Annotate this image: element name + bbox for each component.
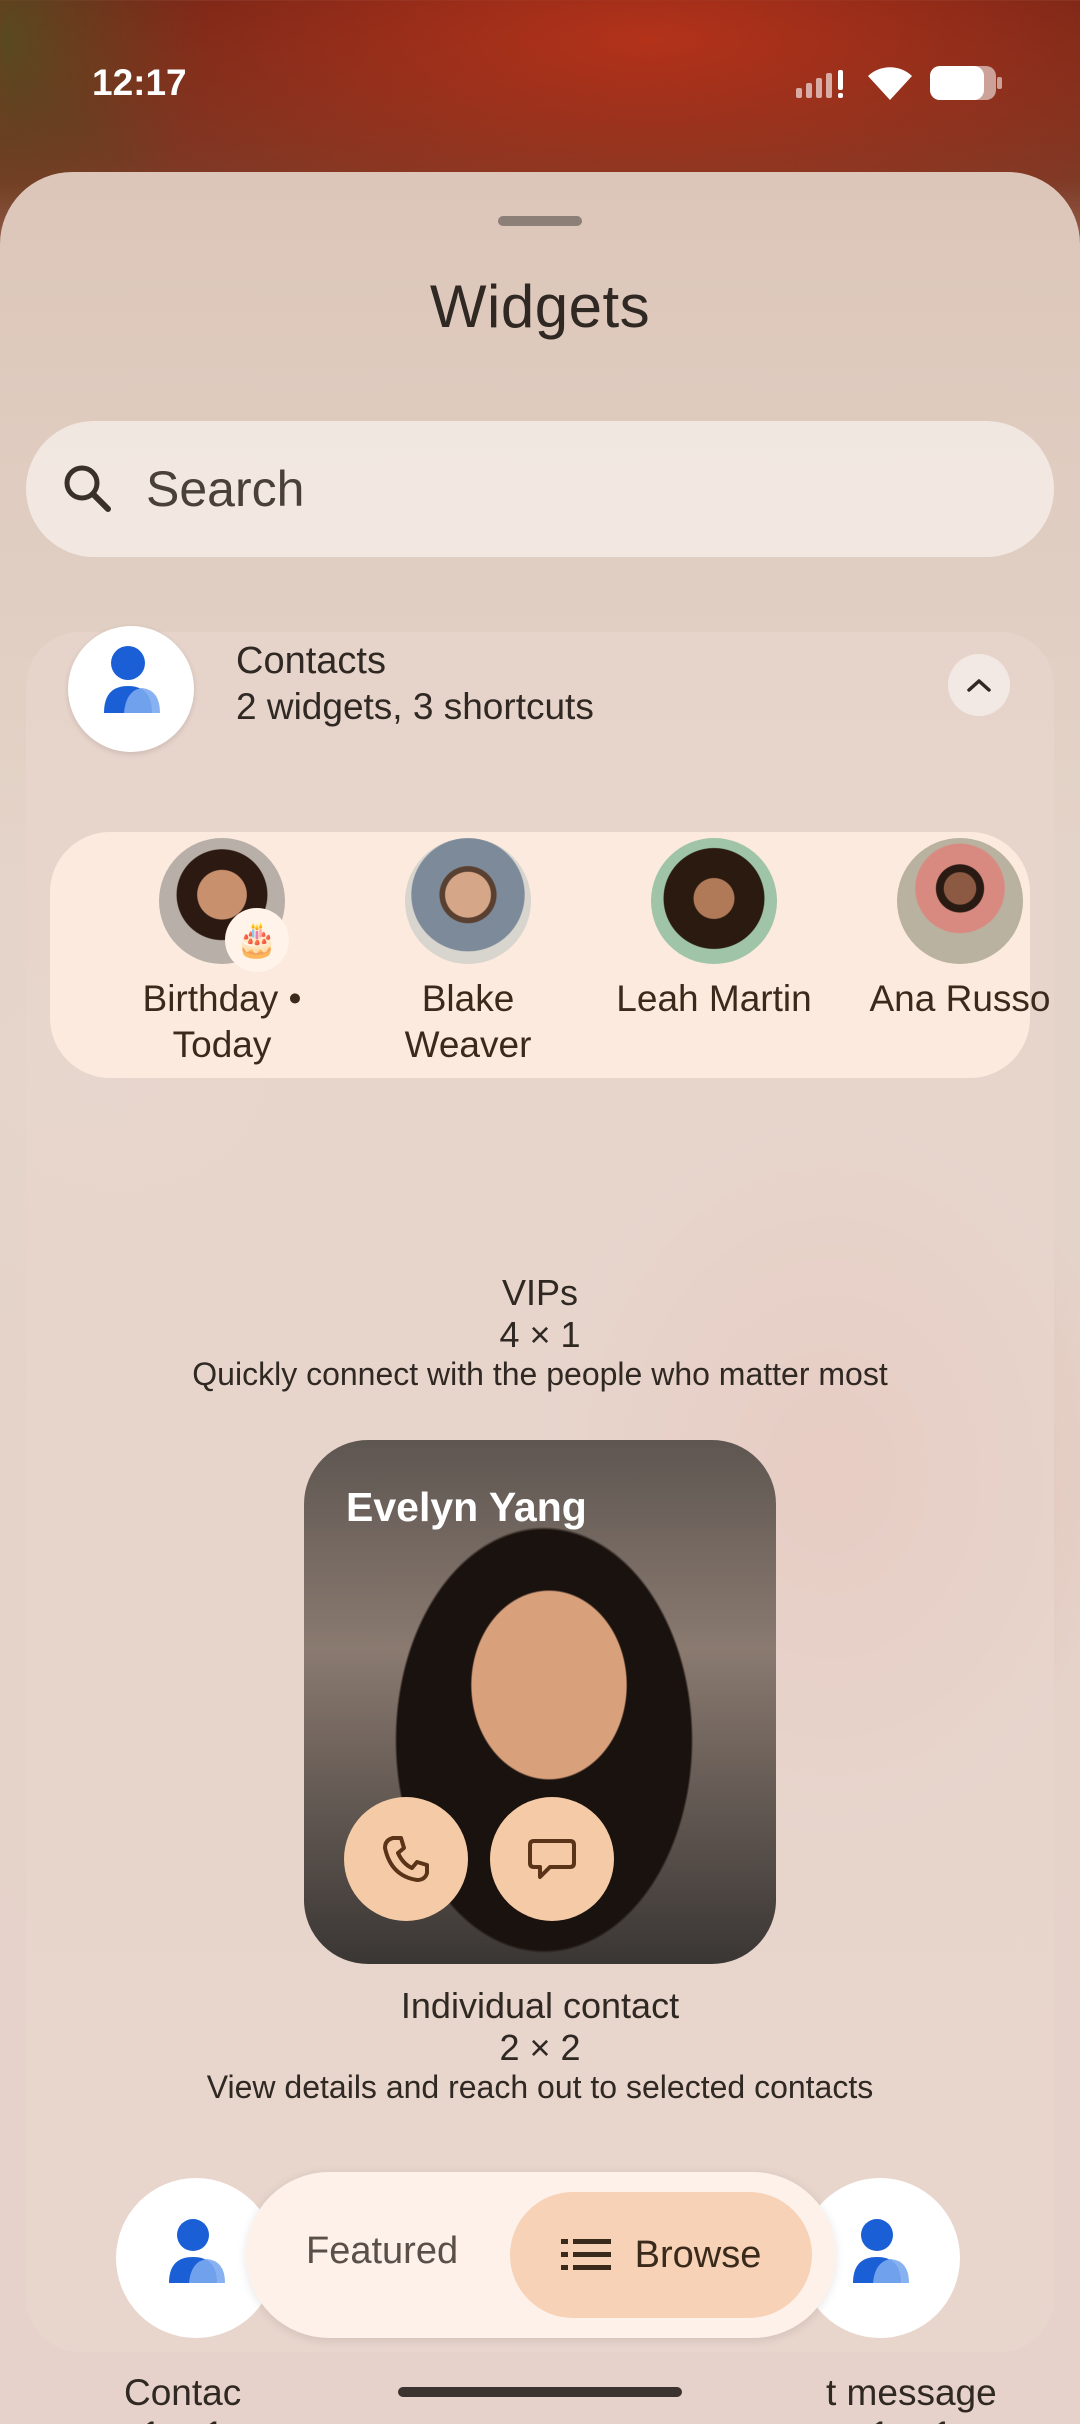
widgets-sheet: Widgets Contacts 2 widgets, 3 shortcuts [0, 172, 1080, 2424]
vip-person: Leah Martin [614, 838, 814, 1022]
vip-name: Leah Martin [616, 978, 812, 1019]
avatar: 🎂 [159, 838, 289, 972]
vip-person: Blake Weaver [368, 838, 568, 1068]
individual-caption: Individual contact 2 × 2 View details an… [26, 1985, 1054, 2106]
widget-size: 2 × 2 [499, 2027, 581, 2068]
signal-icon [796, 70, 843, 98]
person-icon [104, 646, 160, 713]
contact-name: Evelyn Yang [346, 1484, 587, 1530]
tab-browse[interactable]: Browse [510, 2192, 812, 2318]
call-button[interactable] [344, 1797, 468, 1921]
avatar [651, 838, 777, 964]
message-icon [528, 1839, 576, 1879]
birthday-cake-icon: 🎂 [225, 908, 289, 972]
vip-person: 🎂 Birthday • Today [122, 838, 322, 1068]
widget-description: View details and reach out to selected c… [206, 2069, 874, 2105]
home-indicator[interactable] [398, 2387, 682, 2397]
person-icon [853, 2219, 909, 2283]
battery-icon [930, 66, 1002, 100]
vip-caption: VIPs 4 × 1 Quickly connect with the peop… [26, 1272, 1054, 1393]
search-bar[interactable] [26, 421, 1054, 557]
shortcut-label: Contac 1 × 1 [124, 2372, 242, 2424]
app-name: Contacts [236, 640, 386, 682]
individual-contact-widget-preview[interactable]: Evelyn Yang [304, 1440, 776, 1964]
vip-person: Ana Russo [860, 838, 1060, 1022]
avatar [405, 838, 531, 964]
widget-size: 4 × 1 [499, 1314, 581, 1355]
contacts-widget-group: Contacts 2 widgets, 3 shortcuts 🎂 Birthd… [26, 626, 1054, 2424]
chevron-up-icon [967, 679, 991, 692]
status-bar: 12:17 [0, 0, 1080, 170]
drag-handle[interactable] [498, 216, 582, 226]
app-summary: 2 widgets, 3 shortcuts [236, 686, 594, 727]
widget-title: Individual contact [400, 1985, 680, 2026]
message-button[interactable] [490, 1797, 614, 1921]
vip-name: Ana Russo [869, 978, 1051, 1019]
tab-featured[interactable]: Featured [306, 2230, 458, 2273]
tab-toggle: Featured Browse [246, 2172, 836, 2338]
phone-icon [383, 1836, 429, 1882]
wifi-icon [868, 67, 912, 100]
vip-widget-preview[interactable]: 🎂 Birthday • Today Blake Weaver Leah Mar… [50, 832, 1051, 1078]
contacts-app-icon [68, 626, 194, 752]
collapse-button[interactable] [948, 654, 1010, 716]
vip-name: Blake Weaver [404, 978, 532, 1065]
status-icons [796, 66, 1002, 100]
page-title: Widgets [429, 273, 651, 340]
widget-description: Quickly connect with the people who matt… [192, 1356, 888, 1392]
person-icon [169, 2219, 225, 2283]
search-input[interactable] [146, 460, 946, 518]
clock: 12:17 [92, 62, 187, 103]
widget-title: VIPs [501, 1272, 579, 1313]
list-icon [560, 2239, 611, 2270]
search-icon [64, 465, 111, 512]
vip-name: Birthday • Today [142, 978, 302, 1065]
shortcut-label: t message 1 × 1 [826, 2372, 997, 2424]
avatar [897, 838, 1023, 964]
tab-browse-label: Browse [634, 2233, 762, 2276]
